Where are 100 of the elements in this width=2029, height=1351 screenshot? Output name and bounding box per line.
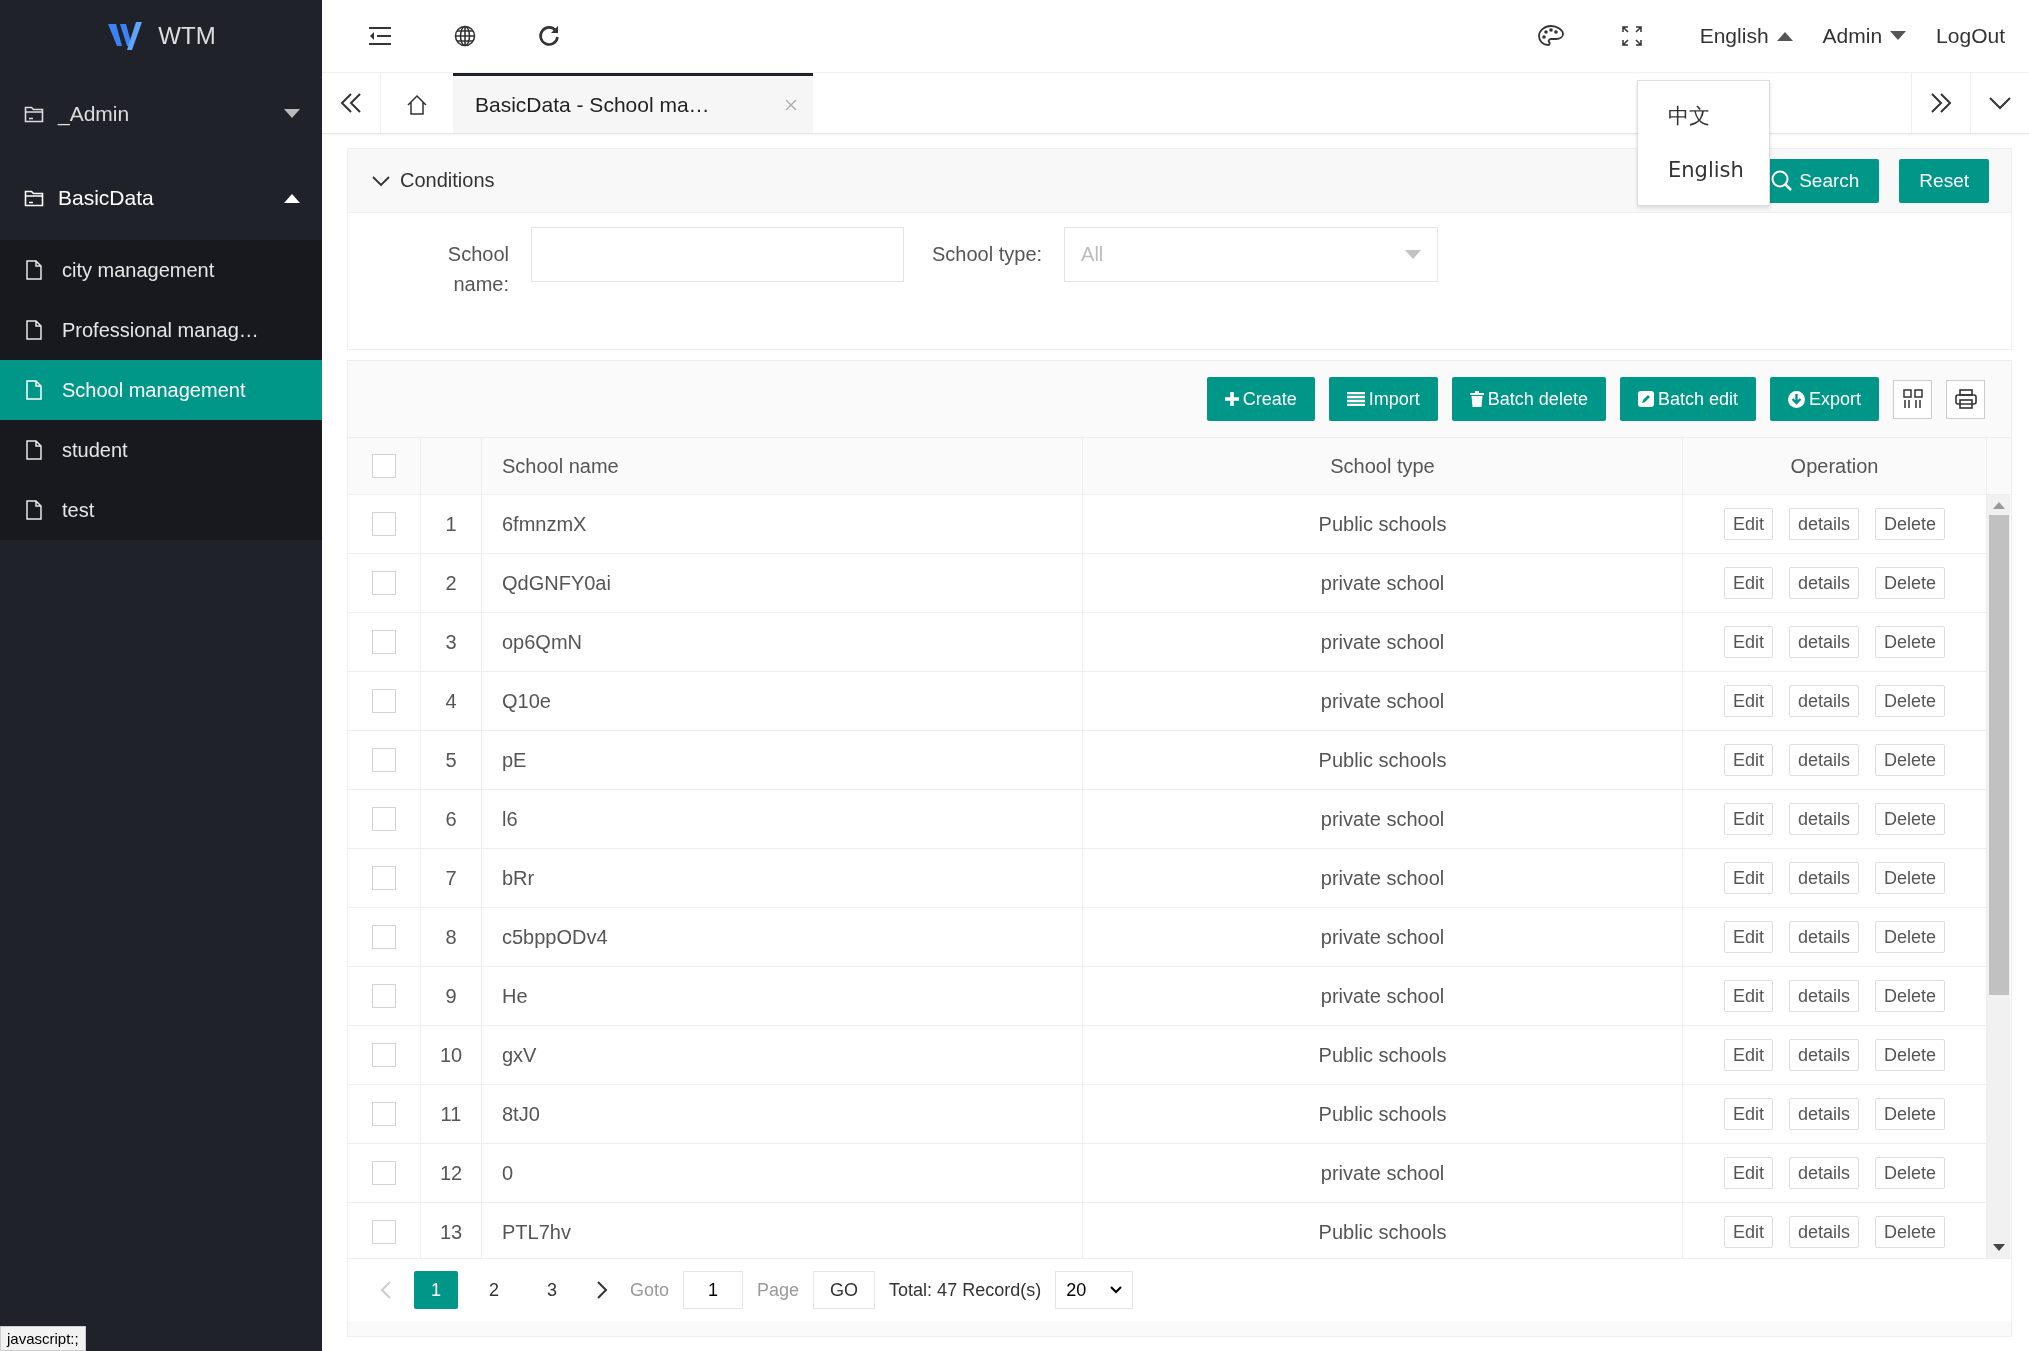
row-checkbox[interactable] xyxy=(372,748,396,772)
toolbar-button[interactable]: Create xyxy=(1206,377,1315,421)
row-action-button[interactable]: Delete xyxy=(1875,1157,1946,1189)
row-action-button[interactable]: Edit xyxy=(1723,508,1773,540)
row-action-button[interactable]: details xyxy=(1789,803,1859,835)
row-checkbox[interactable] xyxy=(372,571,396,595)
row-number: 9 xyxy=(421,967,482,1025)
refresh-icon[interactable] xyxy=(538,25,560,47)
row-action-button[interactable]: Delete xyxy=(1875,1216,1946,1248)
fullscreen-icon[interactable] xyxy=(1621,26,1642,46)
row-checkbox[interactable] xyxy=(372,925,396,949)
row-action-button[interactable]: details xyxy=(1789,744,1859,776)
row-action-button[interactable]: Edit xyxy=(1723,921,1773,953)
row-action-button[interactable]: details xyxy=(1789,685,1859,717)
row-checkbox[interactable] xyxy=(372,807,396,831)
row-checkbox[interactable] xyxy=(372,1161,396,1185)
select-all-checkbox[interactable] xyxy=(372,454,396,478)
user-menu[interactable]: Admin xyxy=(1822,24,1907,48)
row-action-button[interactable]: Edit xyxy=(1723,1098,1773,1130)
toolbar-button[interactable]: Export xyxy=(1769,377,1879,421)
row-action-button[interactable]: Edit xyxy=(1723,567,1773,599)
menu-fold-icon[interactable] xyxy=(368,26,392,46)
row-action-button[interactable]: Edit xyxy=(1723,685,1773,717)
row-checkbox[interactable] xyxy=(372,1220,396,1244)
scroll-down-icon[interactable] xyxy=(1992,1244,2005,1252)
row-action-button[interactable]: Edit xyxy=(1723,1216,1773,1248)
columns-button[interactable] xyxy=(1893,379,1932,419)
scroll-up-icon[interactable] xyxy=(1992,501,2005,509)
row-action-button[interactable]: Delete xyxy=(1875,862,1946,894)
row-checkbox[interactable] xyxy=(372,866,396,890)
row-action-button[interactable]: details xyxy=(1789,567,1859,599)
row-checkbox[interactable] xyxy=(372,1102,396,1126)
table-cell: Public schools xyxy=(1083,1026,1683,1084)
menu-item[interactable]: city management xyxy=(0,240,322,300)
row-checkbox[interactable] xyxy=(372,689,396,713)
page-size-select[interactable]: 20 xyxy=(1055,1271,1134,1309)
menu-group[interactable]: _Admin xyxy=(0,72,322,156)
row-action-button[interactable]: Edit xyxy=(1723,744,1773,776)
table-cell: He xyxy=(482,967,1083,1025)
language-menu[interactable]: English xyxy=(1699,24,1793,48)
row-action-button[interactable]: Delete xyxy=(1875,685,1946,717)
page-tab[interactable]: BasicData - School ma… xyxy=(453,73,813,133)
row-action-button[interactable]: Edit xyxy=(1723,1039,1773,1071)
print-button[interactable] xyxy=(1946,379,1985,419)
logout-link[interactable]: LogOut xyxy=(1936,24,2005,48)
conditions-toggle[interactable]: Conditions xyxy=(372,169,495,192)
row-checkbox[interactable] xyxy=(372,512,396,536)
row-action-button[interactable]: Edit xyxy=(1723,626,1773,658)
reset-button[interactable]: Reset xyxy=(1899,158,1989,203)
toolbar-button[interactable]: Batch delete xyxy=(1451,377,1606,421)
row-action-button[interactable]: Delete xyxy=(1875,744,1946,776)
row-number: 7 xyxy=(421,849,482,907)
page-button[interactable]: 3 xyxy=(530,1271,574,1309)
row-action-button[interactable]: details xyxy=(1789,508,1859,540)
menu-group[interactable]: BasicData xyxy=(0,156,322,240)
folder-icon xyxy=(24,105,44,123)
row-number: 4 xyxy=(421,672,482,730)
row-action-button[interactable]: Edit xyxy=(1723,980,1773,1012)
row-action-button[interactable]: Delete xyxy=(1875,1039,1946,1071)
globe-icon[interactable] xyxy=(454,25,476,47)
toolbar-button[interactable]: Batch edit xyxy=(1619,377,1756,421)
row-action-button[interactable]: details xyxy=(1789,921,1859,953)
row-action-button[interactable]: details xyxy=(1789,1098,1859,1130)
row-action-button[interactable]: details xyxy=(1789,1216,1859,1248)
table-cell: QdGNFY0ai xyxy=(482,554,1083,612)
plus-icon xyxy=(1224,392,1239,406)
page-button[interactable]: 2 xyxy=(472,1271,516,1309)
row-action-button[interactable]: Delete xyxy=(1875,508,1946,540)
toolbar-button[interactable]: Import xyxy=(1328,377,1438,421)
school-name-field[interactable] xyxy=(531,227,904,282)
row-checkbox[interactable] xyxy=(372,630,396,654)
row-action-button[interactable]: Delete xyxy=(1875,567,1946,599)
menu-item[interactable]: student xyxy=(0,420,322,480)
row-action-button[interactable]: Delete xyxy=(1875,1098,1946,1130)
row-action-button[interactable]: details xyxy=(1789,626,1859,658)
row-action-button[interactable]: details xyxy=(1789,980,1859,1012)
row-action-button[interactable]: Edit xyxy=(1723,862,1773,894)
row-action-button[interactable]: Delete xyxy=(1875,980,1946,1012)
row-action-button[interactable]: Edit xyxy=(1723,1157,1773,1189)
table-cell: private school xyxy=(1083,1144,1683,1202)
menu-item[interactable]: Professional manag… xyxy=(0,300,322,360)
row-action-button[interactable]: details xyxy=(1789,1157,1859,1189)
page-number-field[interactable]: 1 xyxy=(683,1271,744,1309)
row-checkbox[interactable] xyxy=(372,984,396,1008)
menu-item[interactable]: test xyxy=(0,480,322,540)
row-action-button[interactable]: Edit xyxy=(1723,803,1773,835)
language-option[interactable]: 中文 xyxy=(1638,89,1769,143)
row-action-button[interactable]: Delete xyxy=(1875,921,1946,953)
close-icon[interactable] xyxy=(785,98,797,111)
page-button[interactable]: 1 xyxy=(414,1271,458,1309)
table-cell: private school xyxy=(1083,672,1683,730)
row-action-button[interactable]: details xyxy=(1789,1039,1859,1071)
row-checkbox[interactable] xyxy=(372,1043,396,1067)
row-action-button[interactable]: details xyxy=(1789,862,1859,894)
palette-icon[interactable] xyxy=(1537,25,1564,47)
scrollbar[interactable] xyxy=(1987,495,2010,1258)
row-action-button[interactable]: Delete xyxy=(1875,803,1946,835)
go-button[interactable]: GO xyxy=(813,1271,876,1309)
menu-item[interactable]: School management xyxy=(0,360,322,420)
row-action-button[interactable]: Delete xyxy=(1875,626,1946,658)
